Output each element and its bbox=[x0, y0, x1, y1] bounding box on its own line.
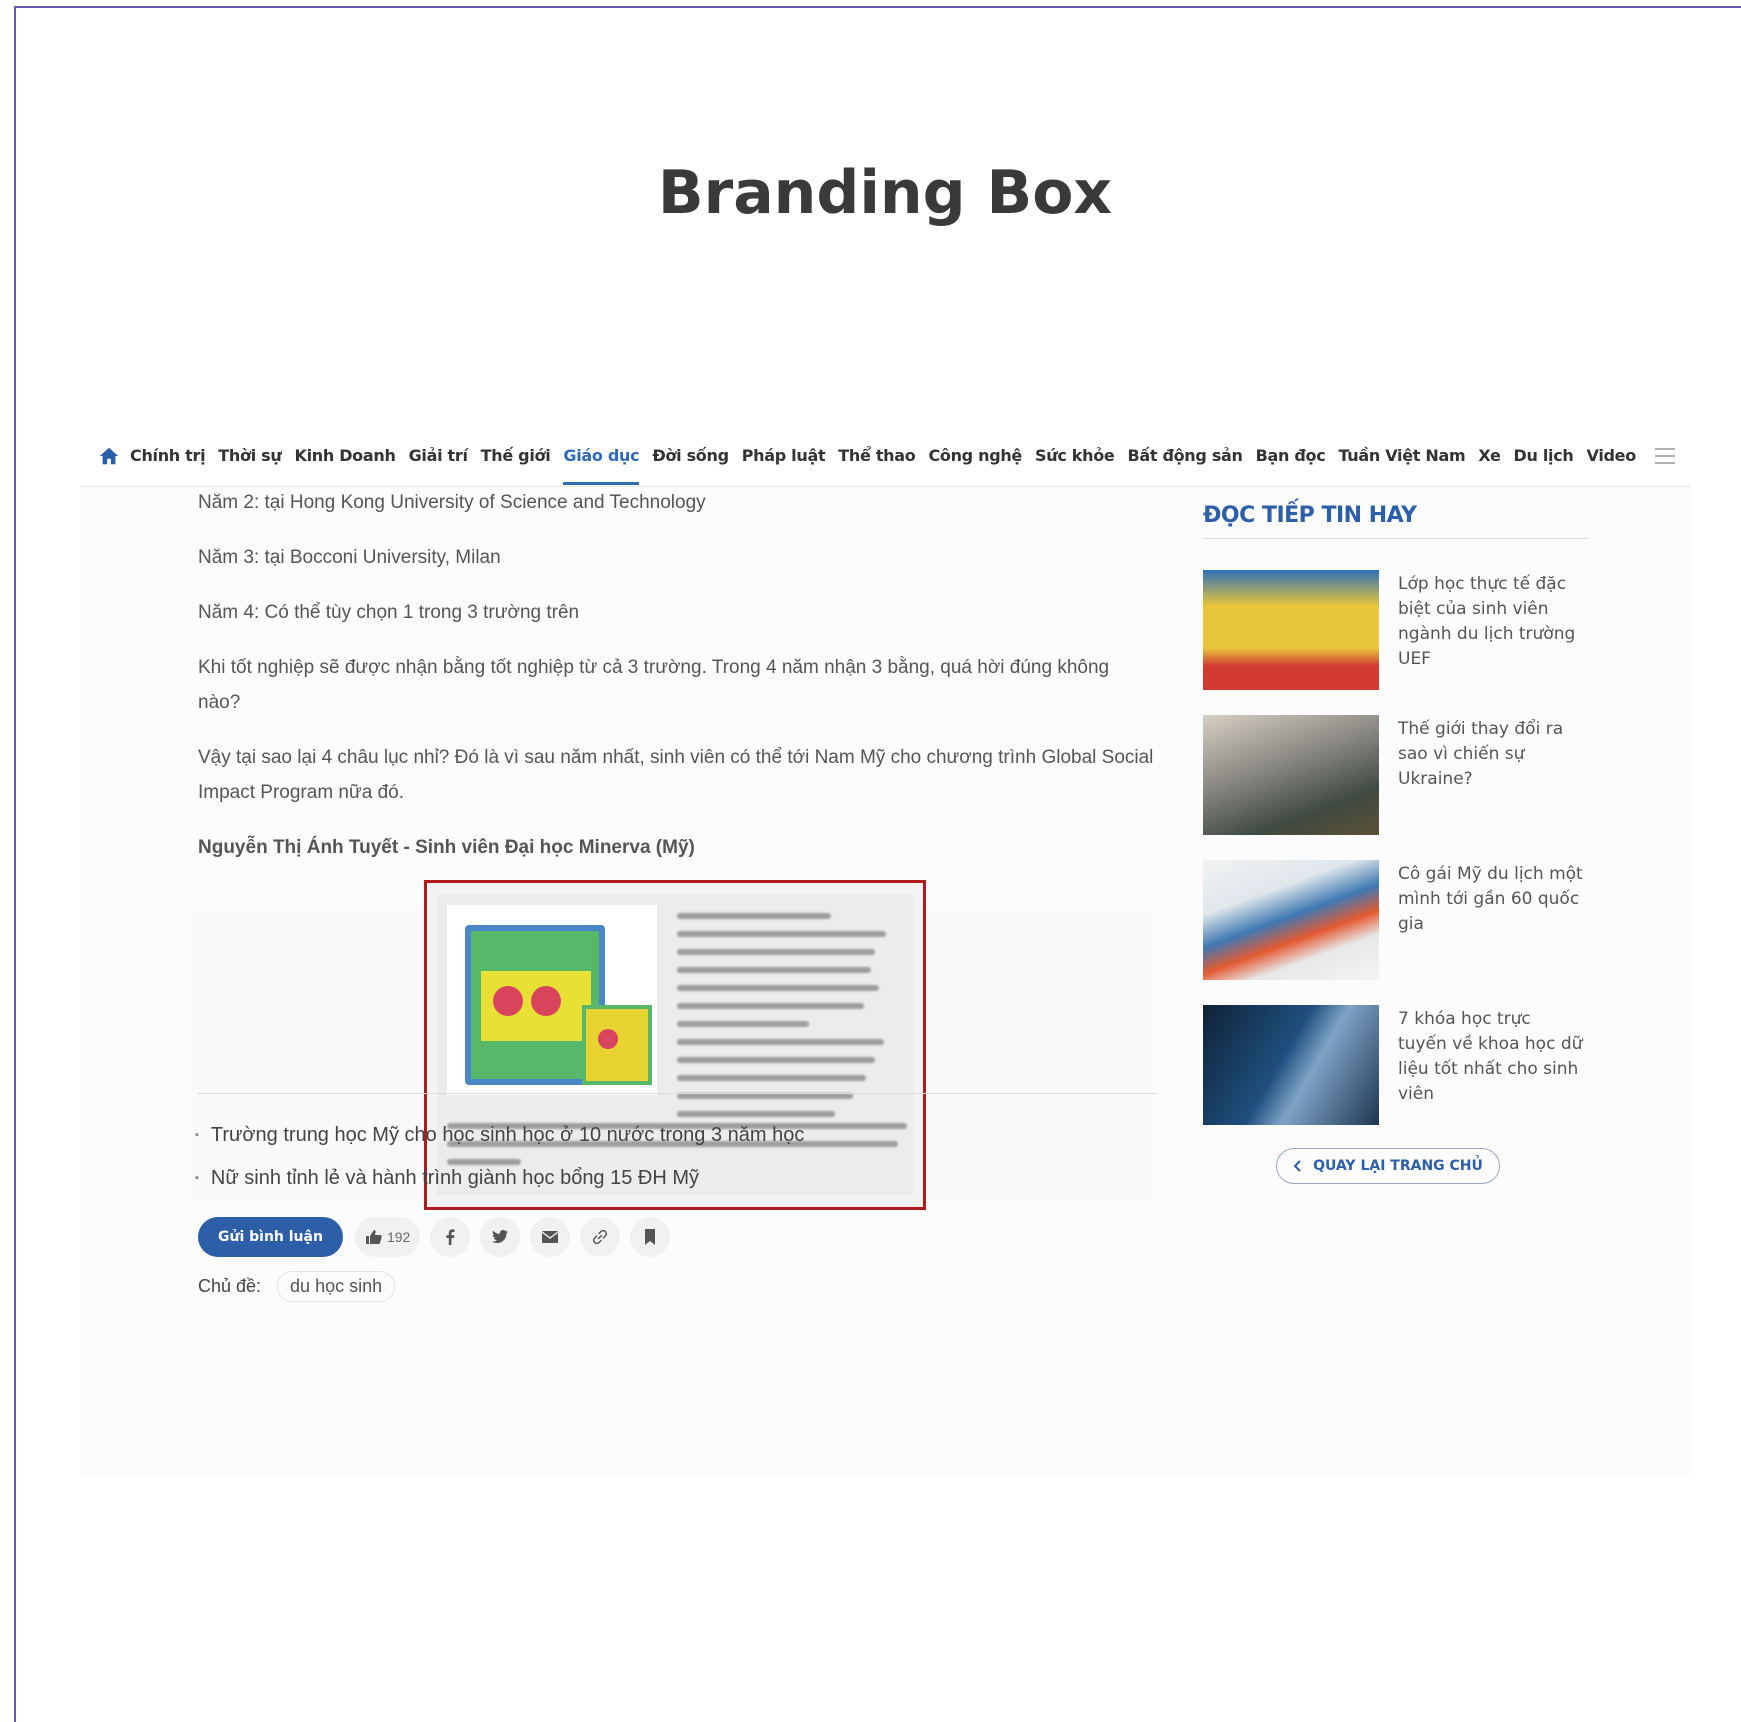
ad-product-image bbox=[447, 905, 657, 1095]
nav-item-ban-doc[interactable]: Bạn đọc bbox=[1256, 446, 1326, 465]
nav-item-phap-luat[interactable]: Pháp luật bbox=[742, 446, 826, 465]
hamburger-menu-icon[interactable] bbox=[1653, 446, 1677, 466]
like-count: 192 bbox=[386, 1229, 411, 1245]
related-link[interactable]: Nữ sinh tỉnh lẻ và hành trình giành học … bbox=[195, 1158, 804, 1201]
nav-item-doi-song[interactable]: Đời sống bbox=[652, 446, 729, 465]
nav-item-xe[interactable]: Xe bbox=[1478, 446, 1500, 465]
topic-tag[interactable]: du học sinh bbox=[277, 1271, 396, 1302]
email-share-button[interactable] bbox=[530, 1217, 571, 1257]
twitter-icon bbox=[492, 1230, 509, 1243]
sidebar-card[interactable]: Thế giới thay đổi ra sao vì chiến sự Ukr… bbox=[1203, 715, 1588, 835]
topic-tags: Chủ đề: du học sinh bbox=[198, 1271, 396, 1302]
nav-item-giao-duc[interactable]: Giáo dục bbox=[563, 446, 640, 485]
card-title[interactable]: 7 khóa học trực tuyến về khoa học dữ liệ… bbox=[1398, 1007, 1583, 1107]
facebook-icon bbox=[446, 1229, 455, 1245]
nav-item-video[interactable]: Video bbox=[1587, 446, 1637, 465]
related-links: Trường trung học Mỹ cho học sinh học ở 1… bbox=[195, 1115, 804, 1201]
nav-item-suc-khoe[interactable]: Sức khỏe bbox=[1035, 446, 1115, 465]
article-paragraph: Khi tốt nghiệp sẽ được nhận bằng tốt ngh… bbox=[198, 657, 1110, 713]
nav-item-kinh-doanh[interactable]: Kinh Doanh bbox=[294, 446, 395, 465]
card-thumbnail bbox=[1203, 715, 1379, 835]
card-thumbnail bbox=[1203, 860, 1379, 980]
product-box-small bbox=[582, 1005, 652, 1085]
home-icon[interactable] bbox=[98, 445, 120, 467]
card-thumbnail bbox=[1203, 570, 1379, 690]
chevron-left-icon bbox=[1293, 1160, 1301, 1172]
nav-item-chinh-tri[interactable]: Chính trị bbox=[130, 446, 206, 465]
sidebar-card[interactable]: Lớp học thực tế đặc biệt của sinh viên n… bbox=[1203, 570, 1588, 690]
related-link[interactable]: Trường trung học Mỹ cho học sinh học ở 1… bbox=[195, 1115, 804, 1158]
main-nav: Chính trị Thời sự Kinh Doanh Giải trí Th… bbox=[80, 425, 1690, 487]
sidebar-card[interactable]: 7 khóa học trực tuyến về khoa học dữ liệ… bbox=[1203, 1005, 1588, 1125]
article-paragraph: Năm 4: Có thể tùy chọn 1 trong 3 trường … bbox=[198, 602, 580, 623]
article-paragraph: Năm 3: tại Bocconi University, Milan bbox=[198, 547, 501, 568]
copy-link-button[interactable] bbox=[580, 1217, 621, 1257]
ad-blurred-text bbox=[677, 913, 897, 1129]
nav-item-the-thao[interactable]: Thể thao bbox=[838, 446, 915, 465]
card-title[interactable]: Lớp học thực tế đặc biệt của sinh viên n… bbox=[1398, 572, 1583, 672]
thumbs-up-icon bbox=[365, 1230, 382, 1244]
article-screenshot: Chính trị Thời sự Kinh Doanh Giải trí Th… bbox=[80, 425, 1690, 1475]
divider bbox=[198, 1093, 1158, 1094]
slide-title: Branding Box bbox=[657, 158, 1113, 228]
nav-item-thoi-su[interactable]: Thời sự bbox=[218, 446, 281, 465]
article-actions: Gửi bình luận 192 bbox=[198, 1217, 671, 1257]
bookmark-button[interactable] bbox=[630, 1217, 671, 1257]
back-label: QUAY LẠI TRANG CHỦ bbox=[1313, 1158, 1483, 1174]
like-button[interactable]: 192 bbox=[354, 1217, 421, 1257]
nav-item-tuan-viet-nam[interactable]: Tuần Việt Nam bbox=[1338, 446, 1465, 465]
nav-item-bat-dong-san[interactable]: Bất động sản bbox=[1127, 446, 1242, 465]
bookmark-icon bbox=[645, 1229, 656, 1245]
sidebar-title: ĐỌC TIẾP TIN HAY bbox=[1203, 503, 1588, 539]
link-icon bbox=[593, 1229, 608, 1245]
comment-button[interactable]: Gửi bình luận bbox=[198, 1217, 343, 1257]
facebook-share-button[interactable] bbox=[430, 1217, 471, 1257]
twitter-share-button[interactable] bbox=[480, 1217, 521, 1257]
card-title[interactable]: Thế giới thay đổi ra sao vì chiến sự Ukr… bbox=[1398, 717, 1583, 792]
article-paragraph: Vậy tại sao lại 4 châu lục nhỉ? Đó là vì… bbox=[198, 747, 1154, 803]
nav-item-du-lich[interactable]: Du lịch bbox=[1514, 446, 1574, 465]
nav-item-cong-nghe[interactable]: Công nghệ bbox=[928, 446, 1022, 465]
nav-item-the-gioi[interactable]: Thế giới bbox=[481, 446, 551, 465]
nav-item-giai-tri[interactable]: Giải trí bbox=[409, 446, 468, 465]
card-thumbnail bbox=[1203, 1005, 1379, 1125]
topics-label: Chủ đề: bbox=[198, 1276, 262, 1296]
sidebar-card[interactable]: Cô gái Mỹ du lịch một mình tới gần 60 qu… bbox=[1203, 860, 1588, 980]
article-paragraph: Năm 2: tại Hong Kong University of Scien… bbox=[198, 492, 706, 513]
sidebar-related: ĐỌC TIẾP TIN HAY Lớp học thực tế đặc biệ… bbox=[1203, 503, 1588, 1125]
article-author: Nguyễn Thị Ánh Tuyết - Sinh viên Đại học… bbox=[198, 837, 695, 858]
card-title[interactable]: Cô gái Mỹ du lịch một mình tới gần 60 qu… bbox=[1398, 862, 1583, 937]
back-to-home-button[interactable]: QUAY LẠI TRANG CHỦ bbox=[1276, 1148, 1500, 1184]
mail-icon bbox=[542, 1231, 559, 1243]
